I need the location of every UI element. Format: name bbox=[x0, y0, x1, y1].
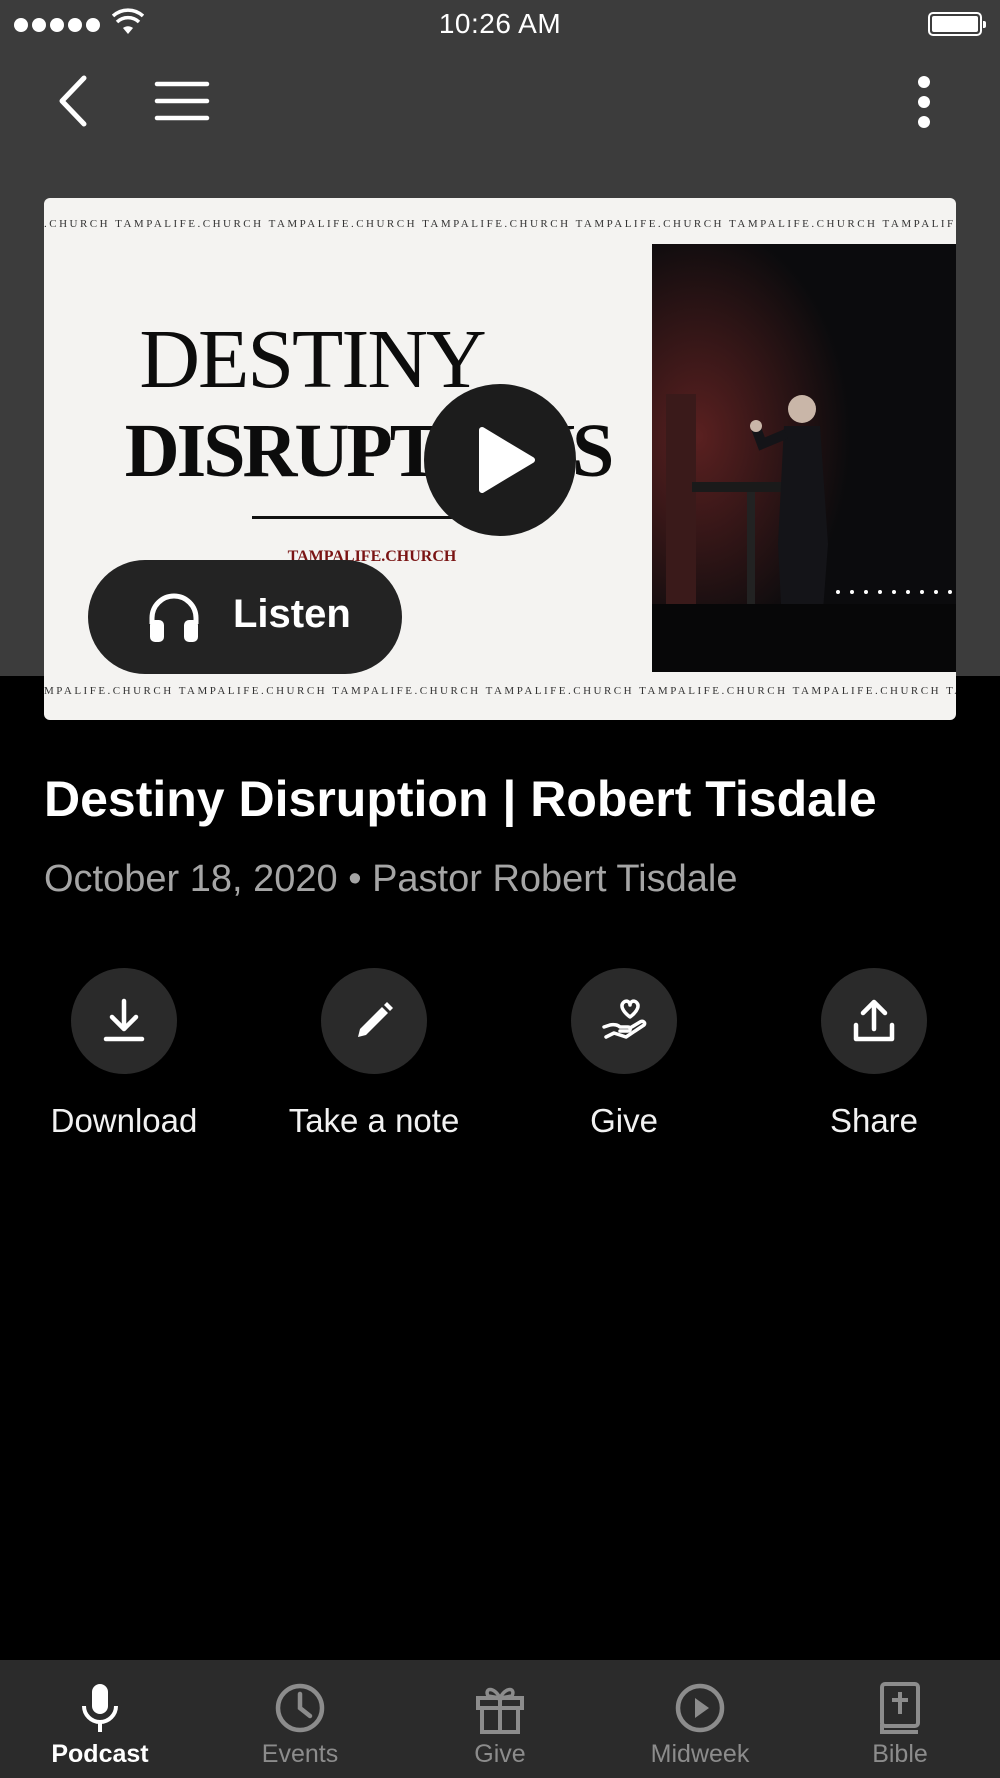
play-button[interactable] bbox=[424, 384, 576, 536]
share-circle bbox=[821, 968, 927, 1074]
tab-bar: Podcast Events Give Midweek Bible bbox=[0, 1660, 1000, 1778]
download-circle bbox=[71, 968, 177, 1074]
tab-midweek-label: Midweek bbox=[650, 1740, 750, 1768]
battery-icon bbox=[928, 12, 986, 36]
tab-give-label: Give bbox=[474, 1740, 526, 1768]
headphones-icon bbox=[149, 593, 199, 642]
more-options-button[interactable] bbox=[912, 74, 936, 130]
sermon-title: Destiny Disruption | Robert Tisdale bbox=[44, 771, 877, 827]
download-icon bbox=[103, 998, 145, 1042]
take-note-circle bbox=[321, 968, 427, 1074]
status-time: 10:26 AM bbox=[438, 8, 562, 39]
bible-icon bbox=[880, 1682, 920, 1734]
more-vertical-icon bbox=[918, 76, 930, 128]
tab-bible-label: Bible bbox=[872, 1740, 928, 1768]
tab-podcast-label: Podcast bbox=[51, 1740, 149, 1768]
tab-give[interactable]: Give bbox=[400, 1660, 600, 1778]
share-icon bbox=[853, 999, 895, 1042]
listen-button[interactable]: Listen bbox=[88, 560, 402, 674]
share-button[interactable]: Share bbox=[774, 968, 974, 1140]
give-circle bbox=[571, 968, 677, 1074]
microphone-icon bbox=[82, 1684, 118, 1732]
sermon-artwork[interactable]: .CHURCH TAMPALIFE.CHURCH TAMPALIFE.CHURC… bbox=[44, 198, 956, 720]
download-button[interactable]: Download bbox=[24, 968, 224, 1140]
pencil-icon bbox=[358, 1002, 393, 1037]
take-note-button[interactable]: Take a note bbox=[274, 968, 474, 1140]
tab-events-label: Events bbox=[261, 1740, 339, 1768]
clock-icon bbox=[275, 1683, 325, 1733]
download-label: Download bbox=[50, 1102, 198, 1139]
tab-bible[interactable]: Bible bbox=[800, 1660, 1000, 1778]
take-note-label: Take a note bbox=[288, 1102, 460, 1139]
play-icon bbox=[479, 427, 535, 493]
tab-midweek[interactable]: Midweek bbox=[600, 1660, 800, 1778]
artwork-ticker-top: .CHURCH TAMPALIFE.CHURCH TAMPALIFE.CHURC… bbox=[44, 218, 956, 230]
hamburger-menu-icon bbox=[154, 81, 210, 121]
listen-label: Listen bbox=[233, 592, 351, 636]
tab-events[interactable]: Events bbox=[200, 1660, 400, 1778]
speaker-photo bbox=[652, 244, 956, 672]
sermon-meta: October 18, 2020 • Pastor Robert Tisdale bbox=[44, 858, 738, 900]
back-button[interactable] bbox=[54, 74, 94, 128]
gift-icon bbox=[476, 1687, 524, 1734]
play-circle-icon bbox=[675, 1683, 725, 1733]
status-bar: 10:26 AM bbox=[0, 0, 1000, 50]
tab-podcast[interactable]: Podcast bbox=[0, 1660, 200, 1778]
artwork-title-line2: DISRUPTIONS bbox=[124, 409, 614, 493]
share-label: Share bbox=[829, 1102, 919, 1139]
give-label: Give bbox=[590, 1102, 658, 1139]
heart-hand-icon bbox=[602, 999, 647, 1039]
menu-button[interactable] bbox=[154, 80, 210, 122]
chevron-left-icon bbox=[59, 75, 87, 127]
artwork-ticker-bottom: MPALIFE.CHURCH TAMPALIFE.CHURCH TAMPALIF… bbox=[44, 685, 956, 697]
give-action-button[interactable]: Give bbox=[524, 968, 724, 1140]
